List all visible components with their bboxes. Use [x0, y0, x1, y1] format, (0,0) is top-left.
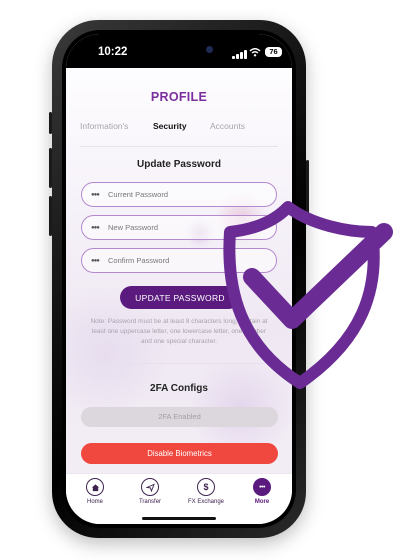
shield-check-icon [223, 201, 393, 389]
